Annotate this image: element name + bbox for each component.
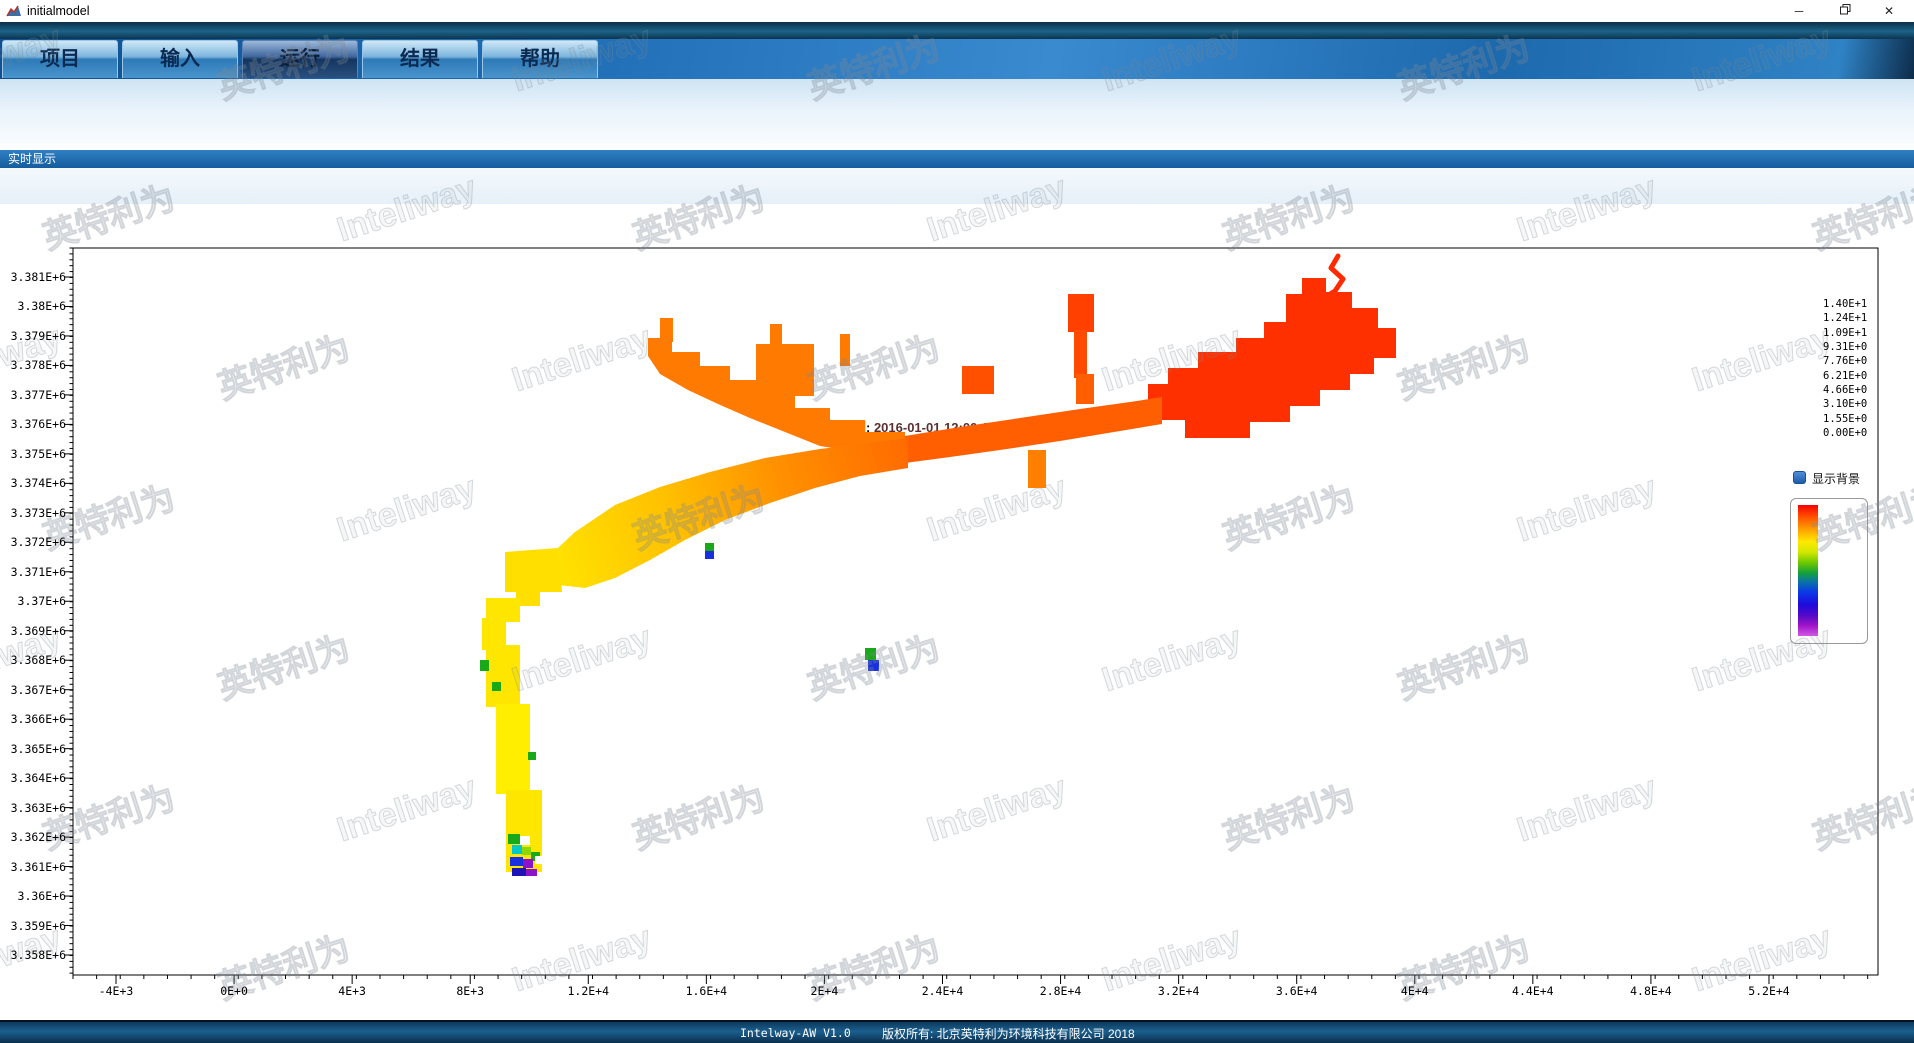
y-axis-tick-label: 3.371E+6 (0, 565, 66, 579)
x-axis-tick-label: 2E+4 (784, 984, 864, 998)
y-axis-tick-label: 3.369E+6 (0, 624, 66, 638)
y-axis-tick-label: 3.37E+6 (0, 594, 66, 608)
x-axis-tick-label: 1.6E+4 (666, 984, 746, 998)
tab-run[interactable]: 运行 (242, 40, 358, 78)
y-axis-tick-label: 3.358E+6 (0, 948, 66, 962)
y-axis-tick-label: 3.372E+6 (0, 535, 66, 549)
y-axis-tick-label: 3.376E+6 (0, 417, 66, 431)
minimize-button[interactable]: ─ (1784, 0, 1814, 22)
x-axis-tick-label: 8E+3 (430, 984, 510, 998)
x-axis-tick-label: 2.4E+4 (902, 984, 982, 998)
menu-tab-bar: 项目 输入 运行 结果 帮助 环评/预警 (0, 39, 1914, 79)
legend-value: 7.76E+0 (1823, 355, 1867, 367)
x-axis-tick-label: 3.2E+4 (1139, 984, 1219, 998)
tab-results[interactable]: 结果 (362, 40, 478, 78)
x-axis-tick-label: 4.8E+4 (1611, 984, 1691, 998)
x-axis-tick-label: 1.2E+4 (548, 984, 628, 998)
y-axis-tick-label: 3.38E+6 (0, 299, 66, 313)
x-axis-tick-label: -4E+3 (76, 984, 156, 998)
legend-value: 1.55E+0 (1823, 413, 1867, 425)
window-title: initialmodel (27, 4, 90, 18)
y-axis-tick-label: 3.364E+6 (0, 771, 66, 785)
y-axis-tick-label: 3.367E+6 (0, 683, 66, 697)
x-axis-tick-label: 4E+4 (1375, 984, 1455, 998)
tab-input[interactable]: 输入 (122, 40, 238, 78)
legend-value: 9.31E+0 (1823, 341, 1867, 353)
legend-color-scale (1798, 505, 1818, 636)
legend-value: 3.10E+0 (1823, 398, 1867, 410)
x-axis-tick-label: 4.4E+4 (1493, 984, 1573, 998)
x-axis-tick-label: 4E+3 (312, 984, 392, 998)
legend-value: 0.00E+0 (1823, 427, 1867, 439)
y-axis-tick-label: 3.365E+6 (0, 742, 66, 756)
legend-value: 1.09E+1 (1823, 327, 1867, 339)
tab-help[interactable]: 帮助 (482, 40, 598, 78)
unit-suffix: ; 单位: 度 (996, 420, 1051, 435)
close-button[interactable]: ✕ (1874, 0, 1904, 22)
x-axis-tick-label: 0E+0 (194, 984, 274, 998)
y-axis-tick-label: 3.381E+6 (0, 270, 66, 284)
show-background-label: 显示背景 (1812, 470, 1860, 487)
plot-panel: 时间: 2016-01-01 12:00:17; 单位: 度 显示背景 (0, 204, 1914, 1020)
restore-button[interactable] (1830, 0, 1860, 22)
legend-value: 1.24E+1 (1823, 312, 1867, 324)
y-axis-tick-label: 3.368E+6 (0, 653, 66, 667)
run-toolbar: 运行模型 已运行 0%。 暂停运行 终止运行 错误信息 (0, 79, 1914, 148)
y-axis-tick-label: 3.379E+6 (0, 329, 66, 343)
y-axis-tick-label: 3.361E+6 (0, 860, 66, 874)
y-axis-tick-label: 3.36E+6 (0, 889, 66, 903)
y-axis-tick-label: 3.377E+6 (0, 388, 66, 402)
copyright-text: 版权所有: 北京英特利为环境科技有限公司 2018 (882, 1025, 1135, 1042)
tab-project[interactable]: 项目 (2, 40, 118, 78)
y-axis-tick-label: 3.374E+6 (0, 476, 66, 490)
restore-icon (1840, 4, 1851, 15)
y-axis-tick-label: 3.363E+6 (0, 801, 66, 815)
legend-value: 4.66E+0 (1823, 384, 1867, 396)
ribbon-top-strip (0, 22, 1914, 39)
app-icon (6, 3, 22, 19)
plot-time-label: 时间: 2016-01-01 12:00:17; 单位: 度 (840, 417, 1051, 436)
x-axis-tick-label: 5.2E+4 (1729, 984, 1809, 998)
y-axis-tick-label: 3.375E+6 (0, 447, 66, 461)
y-axis-tick-label: 3.359E+6 (0, 919, 66, 933)
time-value: 2016-01-01 12:00:17 (874, 420, 996, 435)
y-axis-tick-label: 3.366E+6 (0, 712, 66, 726)
realtime-section-header: 实时显示 (0, 150, 1914, 168)
show-background-checkbox[interactable] (1793, 471, 1806, 484)
x-axis-tick-label: 2.8E+4 (1021, 984, 1101, 998)
app-version: Intelway-AW V1.0 (740, 1026, 851, 1040)
y-axis-tick-label: 3.378E+6 (0, 358, 66, 372)
title-bar: initialmodel ─ ✕ (0, 0, 1914, 22)
y-axis-tick-label: 3.362E+6 (0, 830, 66, 844)
app-window: initialmodel ─ ✕ 项目 输入 运行 结果 帮助 环评/预警 (0, 0, 1914, 1043)
legend-value: 1.40E+1 (1823, 298, 1867, 310)
legend-value: 6.21E+0 (1823, 370, 1867, 382)
x-axis-tick-label: 3.6E+4 (1257, 984, 1337, 998)
time-prefix: 时间: (840, 420, 874, 435)
y-axis-tick-label: 3.373E+6 (0, 506, 66, 520)
realtime-controls-row: ✓ 关闭图形显示 指标 水温 ∨ 水层 1 ∨ 输出间隔(小时) 自定义图谱 显… (0, 168, 1914, 204)
